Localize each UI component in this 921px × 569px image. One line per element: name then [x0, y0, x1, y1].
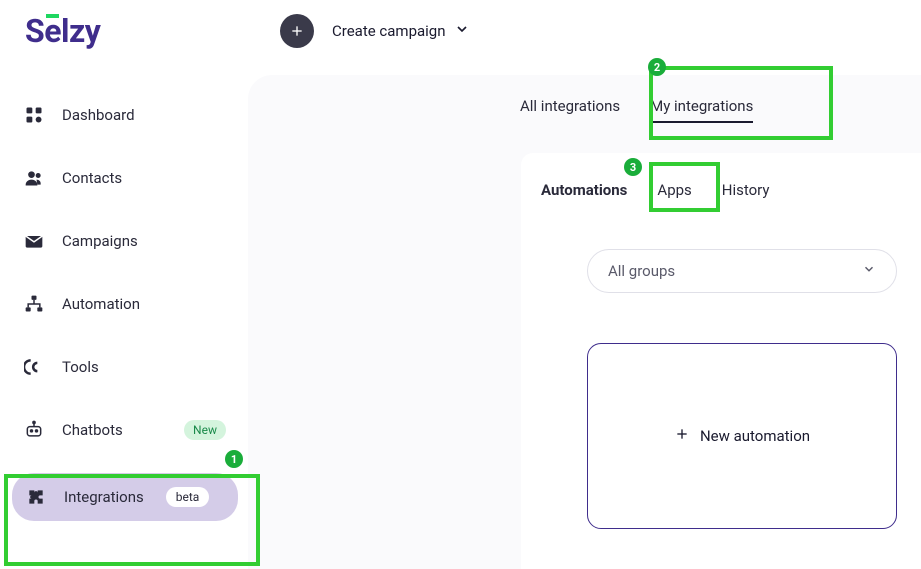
sidebar-item-tools[interactable]: Tools — [12, 347, 238, 387]
sidebar-item-label: Automation — [62, 295, 140, 313]
sidebar-item-automation[interactable]: Automation — [12, 284, 238, 324]
main-panel: All integrations My integrations Automat… — [248, 75, 921, 569]
sidebar-item-campaigns[interactable]: Campaigns — [12, 221, 238, 261]
sidebar-item-label: Chatbots — [62, 421, 123, 439]
campaigns-icon — [24, 231, 44, 251]
sidebar: Dashboard Contacts Campaigns Automation … — [0, 95, 250, 539]
sidebar-item-label: Dashboard — [62, 106, 135, 124]
sidebar-item-label: Tools — [62, 358, 99, 376]
content-card: Automations Apps History All groups New … — [521, 153, 921, 569]
plus-icon — [674, 426, 690, 446]
groups-label: All groups — [608, 262, 675, 280]
contacts-icon — [24, 168, 44, 188]
top-tabs: All integrations My integrations — [520, 97, 753, 123]
sidebar-item-integrations[interactable]: Integrations beta — [12, 473, 238, 521]
annotation-badge-1: 1 — [225, 450, 243, 468]
new-automation-label: New automation — [700, 427, 810, 445]
tab-all-integrations[interactable]: All integrations — [520, 97, 620, 123]
logo[interactable]: Selzy — [25, 12, 100, 50]
create-button[interactable] — [280, 14, 314, 48]
sidebar-item-label: Integrations — [64, 488, 144, 506]
automation-icon — [24, 294, 44, 314]
subtab-history[interactable]: History — [720, 177, 772, 203]
tab-my-integrations[interactable]: My integrations — [650, 97, 753, 123]
integrations-icon — [26, 487, 46, 507]
subtab-automations[interactable]: Automations — [539, 177, 629, 203]
tools-icon — [24, 357, 44, 377]
sidebar-item-dashboard[interactable]: Dashboard — [12, 95, 238, 135]
sidebar-item-label: Campaigns — [62, 232, 138, 250]
annotation-badge-2: 2 — [648, 58, 666, 76]
chatbots-icon — [24, 420, 44, 440]
create-campaign-label: Create campaign — [332, 22, 446, 40]
subtab-apps[interactable]: Apps — [655, 177, 693, 203]
sidebar-item-chatbots[interactable]: Chatbots New — [12, 410, 238, 450]
chevron-down-icon — [454, 21, 470, 41]
sidebar-item-label: Contacts — [62, 169, 122, 187]
badge-beta: beta — [166, 487, 210, 507]
groups-dropdown[interactable]: All groups — [587, 249, 897, 293]
dashboard-icon — [24, 105, 44, 125]
create-campaign-dropdown[interactable]: Create campaign — [332, 21, 470, 41]
chevron-down-icon — [862, 262, 876, 280]
new-automation-card[interactable]: New automation — [587, 343, 897, 529]
annotation-badge-3: 3 — [624, 158, 642, 176]
sub-tabs: Automations Apps History — [539, 177, 921, 203]
sidebar-item-contacts[interactable]: Contacts — [12, 158, 238, 198]
badge-new: New — [184, 420, 226, 440]
